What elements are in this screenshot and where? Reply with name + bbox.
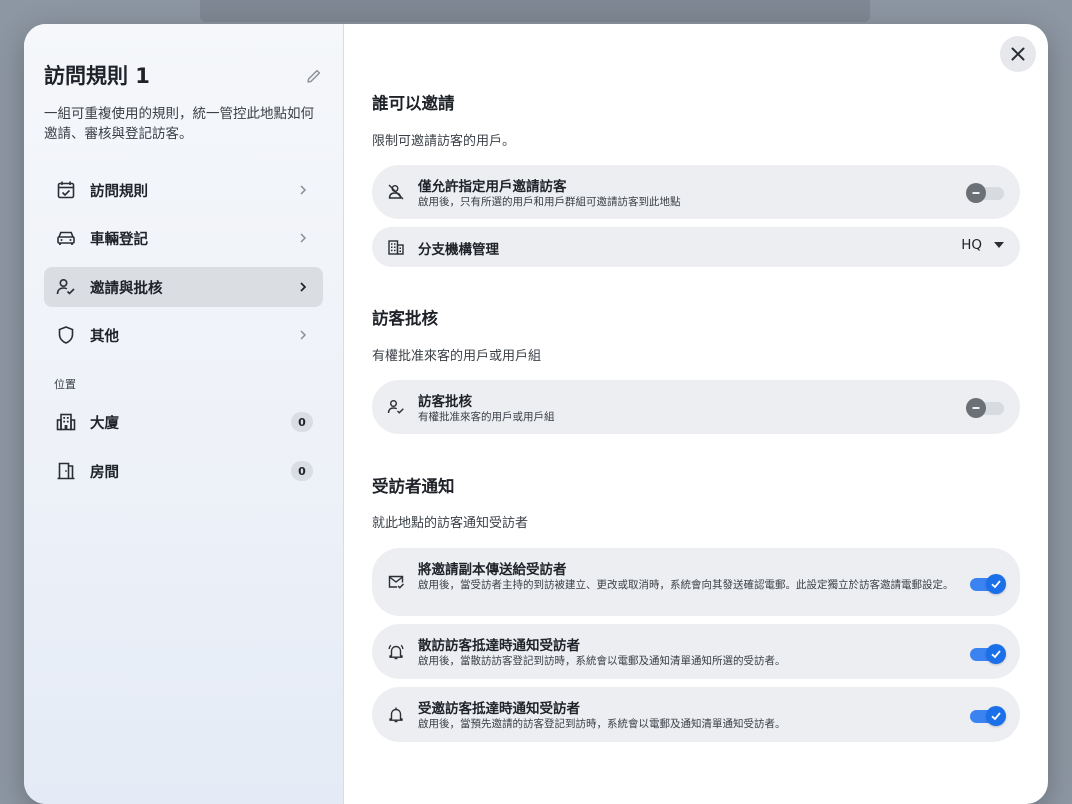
chevron-right-icon [291, 275, 315, 299]
setting-title: 受邀訪客抵達時通知受訪者 [418, 701, 580, 717]
nav-label: 其他 [90, 328, 119, 345]
bell-ring-icon [384, 640, 408, 664]
setting-subtitle: 啟用後，當受訪者主持的到訪被建立、更改或取消時，系統會向其發送確認電郵。此設定獨… [418, 579, 954, 591]
check-icon [991, 580, 1001, 589]
setting-row-restrict-inviters: 僅允許指定用戶邀請訪客 啟用後，只有所選的用戶和用戶群組可邀請訪客到此地點 [372, 165, 1020, 219]
building-icon [384, 235, 408, 259]
close-icon [1011, 47, 1025, 61]
setting-row-walkin-arrival-notify: 散訪訪客抵達時通知受訪者 啟用後，當散訪訪客登記到訪時，系統會以電郵及通知清單通… [372, 624, 1020, 679]
close-button[interactable] [1000, 36, 1036, 72]
calendar-check-icon [54, 178, 78, 202]
setting-title: 將邀請副本傳送給受訪者 [418, 562, 567, 578]
location-item-room[interactable]: 房間 0 [44, 451, 323, 491]
person-check-icon [384, 395, 408, 419]
setting-row-invited-arrival-notify: 受邀訪客抵達時通知受訪者 啟用後，當預先邀請的訪客登記到訪時，系統會以電郵及通知… [372, 687, 1020, 742]
section-description: 有權批准來客的用戶或用戶組 [372, 349, 542, 364]
section-description: 限制可邀請訪客的用戶。 [372, 134, 516, 149]
toggle-thumb [986, 644, 1006, 664]
nav-item-vehicle-registration[interactable]: 車輛登記 [44, 218, 323, 258]
setting-subtitle: 啟用後，當散訪訪客登記到訪時，系統會以電郵及通知清單通知所選的受訪者。 [418, 655, 786, 667]
setting-subtitle: 有權批准來客的用戶或用戶組 [418, 411, 555, 423]
location-label: 房間 [90, 464, 119, 481]
access-rule-dialog: 訪問規則 1 一組可重複使用的規則，統一管控此地點如何邀請、審核與登記訪客。 訪… [24, 24, 1048, 804]
mail-check-icon [384, 570, 408, 594]
minus-icon [972, 192, 980, 194]
toggle-thumb [966, 398, 986, 418]
section-title-visitor-approval: 訪客批核 [372, 309, 438, 328]
chevron-right-icon [291, 323, 315, 347]
setting-row-visitor-approval: 訪客批核 有權批准來客的用戶或用戶組 [372, 380, 1020, 434]
toggle-thumb [986, 706, 1006, 726]
setting-title: 僅允許指定用戶邀請訪客 [418, 179, 567, 195]
minus-icon [972, 407, 980, 409]
nav-item-access-rules[interactable]: 訪問規則 [44, 170, 323, 210]
visitor-approval-toggle[interactable] [966, 396, 1006, 420]
toggle-thumb [986, 574, 1006, 594]
send-invite-copy-toggle[interactable] [968, 572, 1006, 596]
building-icon [54, 410, 78, 434]
location-count-badge: 0 [291, 412, 313, 432]
restrict-inviters-toggle[interactable] [966, 181, 1006, 205]
nav-item-invite-approval[interactable]: 邀請與批核 [44, 267, 323, 307]
setting-row-send-invite-copy: 將邀請副本傳送給受訪者 啟用後，當受訪者主持的到訪被建立、更改或取消時，系統會向… [372, 548, 1020, 616]
setting-subtitle: 啟用後，只有所選的用戶和用戶群組可邀請訪客到此地點 [418, 196, 681, 208]
setting-title: 訪客批核 [418, 394, 472, 410]
nav-label: 車輛登記 [90, 231, 148, 248]
rule-title: 訪問規則 1 [44, 64, 150, 88]
section-title-host-notification: 受訪者通知 [372, 477, 455, 496]
bell-icon [384, 703, 408, 727]
section-title-who-can-invite: 誰可以邀請 [372, 94, 455, 113]
background-app-strip [200, 0, 870, 22]
pencil-icon [307, 69, 321, 83]
sidebar: 訪問規則 1 一組可重複使用的規則，統一管控此地點如何邀請、審核與登記訪客。 訪… [24, 24, 344, 804]
setting-title: 散訪訪客抵達時通知受訪者 [418, 638, 580, 654]
branch-select-value: HQ [961, 237, 982, 253]
caret-down-icon [994, 242, 1004, 248]
location-item-building[interactable]: 大廈 0 [44, 402, 323, 442]
nav-label: 訪問規則 [90, 183, 148, 200]
walkin-arrival-notify-toggle[interactable] [968, 642, 1006, 666]
rule-description: 一組可重複使用的規則，統一管控此地點如何邀請、審核與登記訪客。 [44, 106, 314, 142]
setting-title: 分支機構管理 [418, 242, 499, 258]
shield-icon [54, 323, 78, 347]
setting-row-branch-management[interactable]: 分支機構管理 HQ [372, 227, 1020, 267]
person-off-icon [384, 180, 408, 204]
locations-header: 位置 [54, 378, 76, 391]
location-count-badge: 0 [291, 461, 313, 481]
person-check-icon [54, 275, 78, 299]
nav-item-other[interactable]: 其他 [44, 315, 323, 355]
branch-select[interactable]: HQ [961, 237, 1004, 253]
chevron-right-icon [291, 178, 315, 202]
check-icon [991, 712, 1001, 721]
door-icon [54, 459, 78, 483]
edit-title-button[interactable] [304, 66, 324, 86]
section-description: 就此地點的訪客通知受訪者 [372, 516, 529, 531]
check-icon [991, 650, 1001, 659]
nav-label: 邀請與批核 [90, 280, 163, 297]
setting-subtitle: 啟用後，當預先邀請的訪客登記到訪時，系統會以電郵及通知清單通知受訪者。 [418, 718, 786, 730]
location-label: 大廈 [90, 415, 119, 432]
chevron-right-icon [291, 226, 315, 250]
car-icon [54, 226, 78, 250]
invited-arrival-notify-toggle[interactable] [968, 704, 1006, 728]
toggle-thumb [966, 183, 986, 203]
